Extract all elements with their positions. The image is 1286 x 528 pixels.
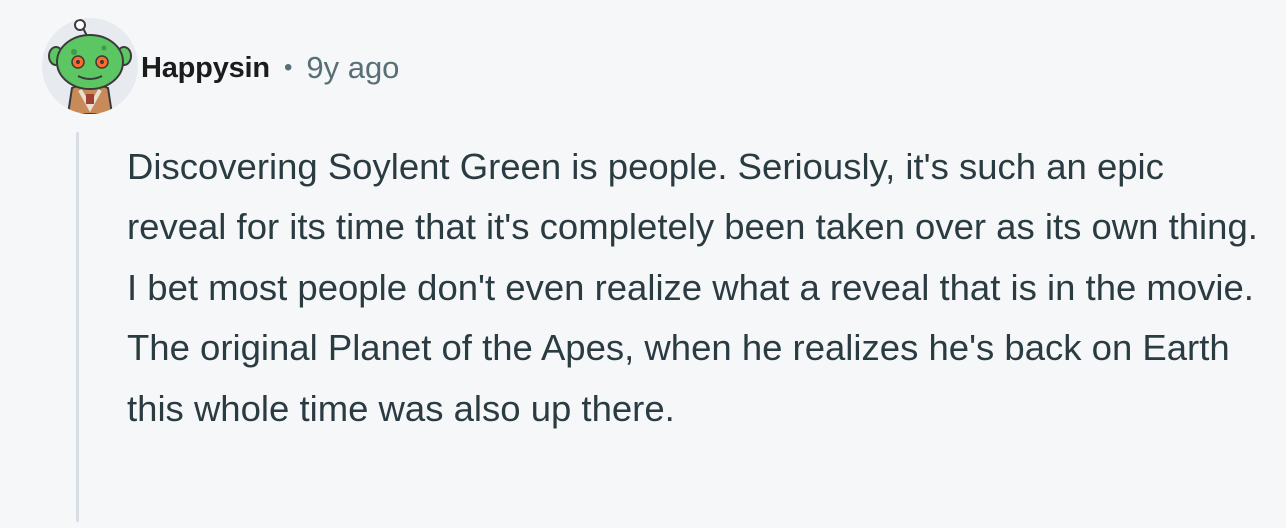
comment-body: Discovering Soylent Green is people. Ser… (127, 146, 1258, 429)
comment-age[interactable]: 9y ago (306, 50, 399, 86)
thread-line[interactable] (76, 132, 79, 522)
author-name[interactable]: Happysin (141, 52, 270, 85)
comment-meta: Happysin • 9y ago (141, 46, 399, 90)
snoo-avatar-icon (48, 19, 132, 114)
user-avatar-icon[interactable] (42, 18, 138, 114)
comment: Happysin • 9y ago Discovering Soylent Gr… (0, 0, 1286, 528)
meta-separator: • (283, 54, 293, 81)
